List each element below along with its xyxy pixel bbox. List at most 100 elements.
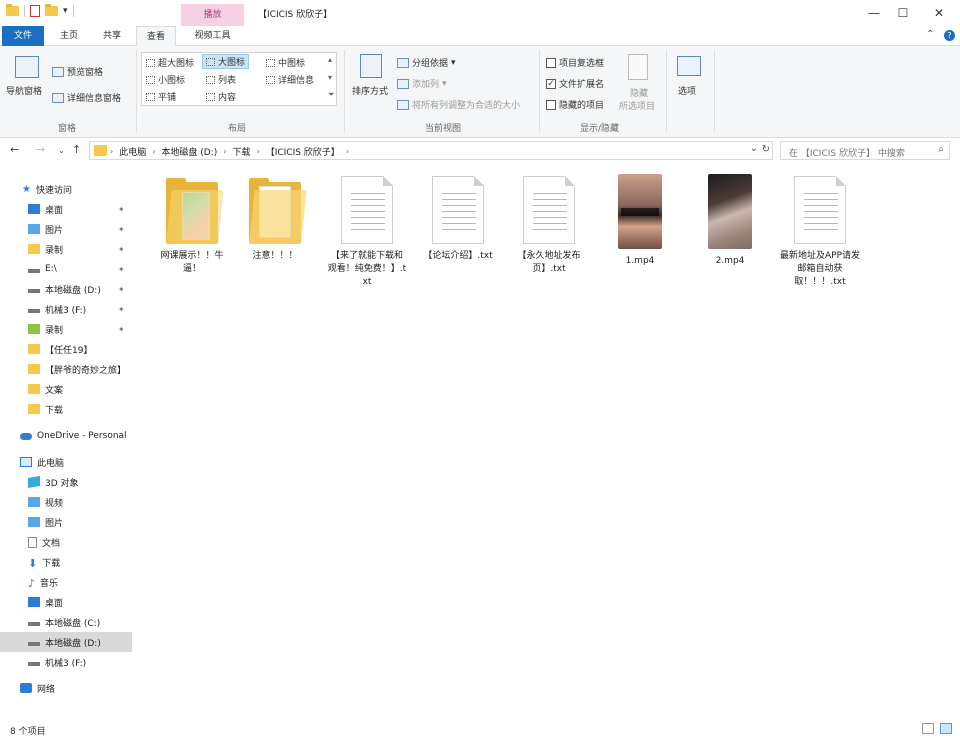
layout-tiles[interactable]: 平铺 bbox=[146, 90, 176, 103]
checkbox[interactable] bbox=[546, 99, 556, 110]
sort-by-icon[interactable] bbox=[360, 54, 382, 78]
file-item[interactable]: 【永久地址发布页】.txt bbox=[509, 176, 589, 276]
layout-details[interactable]: 详细信息 bbox=[266, 73, 314, 86]
group-by-button[interactable]: 分组依据 ▾ bbox=[397, 56, 456, 69]
nav-item-folder[interactable]: 下载 bbox=[0, 399, 132, 419]
navigation-pane-icon[interactable] bbox=[15, 56, 39, 78]
nav-item-drive-c[interactable]: 本地磁盘 (C:) bbox=[0, 612, 132, 632]
file-extensions-toggle[interactable]: ✓ 文件扩展名 bbox=[546, 77, 604, 90]
nav-this-pc[interactable]: 此电脑 bbox=[0, 452, 132, 472]
new-folder-icon[interactable] bbox=[45, 4, 58, 16]
nav-item-desktop[interactable]: 桌面 ✦ bbox=[0, 199, 132, 219]
layout-extra-large-icons[interactable]: 超大图标 bbox=[146, 56, 194, 69]
file-item[interactable]: 最新地址及APP请发邮箱自动获取！！！.txt bbox=[780, 176, 860, 289]
nav-item-drive-d[interactable]: 本地磁盘 (D:) ✦ bbox=[0, 279, 132, 299]
navigation-pane-button[interactable]: 导航窗格 bbox=[6, 84, 42, 97]
nav-item-folder[interactable]: 【任任19】 bbox=[0, 339, 132, 359]
nav-item-documents[interactable]: 文档 bbox=[0, 532, 132, 552]
recent-locations-icon[interactable]: ⌄ bbox=[58, 146, 65, 155]
gallery-scroll-up-icon[interactable]: ▴ bbox=[328, 55, 332, 64]
breadcrumb-item[interactable]: 本地磁盘 (D:) bbox=[161, 145, 217, 158]
nav-item-desktop-pc[interactable]: 桌面 bbox=[0, 592, 132, 612]
layout-medium-icons[interactable]: 中图标 bbox=[266, 56, 305, 69]
chevron-right-icon[interactable]: › bbox=[346, 147, 349, 156]
large-icons-view-icon[interactable] bbox=[940, 723, 952, 734]
layout-list[interactable]: 列表 bbox=[206, 73, 236, 86]
back-button[interactable]: ← bbox=[10, 143, 19, 156]
refresh-icon[interactable]: ↻ bbox=[762, 144, 770, 155]
layout-small-icons[interactable]: 小图标 bbox=[146, 73, 185, 86]
tab-video-tools[interactable]: 视频工具 bbox=[181, 26, 244, 46]
preview-pane-button[interactable]: 预览窗格 bbox=[52, 65, 103, 78]
tab-share[interactable]: 共享 bbox=[93, 26, 131, 46]
file-item[interactable]: 注意！！！ bbox=[235, 178, 315, 263]
checkbox[interactable] bbox=[546, 57, 556, 68]
gallery-more-icon[interactable]: ⏷ bbox=[328, 90, 334, 100]
properties-icon[interactable] bbox=[30, 5, 40, 17]
nav-item-music[interactable]: ♪ 音乐 bbox=[0, 572, 132, 592]
nav-item-folder[interactable]: 文案 bbox=[0, 379, 132, 399]
hidden-items-toggle[interactable]: 隐藏的项目 bbox=[546, 98, 604, 111]
tab-view[interactable]: 查看 bbox=[136, 26, 176, 47]
nav-onedrive[interactable]: OneDrive - Personal bbox=[0, 426, 132, 446]
nav-item-drive-f-pc[interactable]: 机械3 (F:) bbox=[0, 652, 132, 672]
pin-icon[interactable]: ✦ bbox=[118, 265, 125, 274]
search-icon[interactable]: ⌕ bbox=[938, 144, 944, 155]
nav-item-pictures[interactable]: 图片 ✦ bbox=[0, 219, 132, 239]
nav-item-recording-2[interactable]: 录制 ✦ bbox=[0, 319, 132, 339]
file-item[interactable]: 【来了就能下载和观看！纯免费！】.txt bbox=[327, 176, 407, 289]
nav-item-3d-objects[interactable]: 3D 对象 bbox=[0, 472, 132, 492]
help-icon[interactable]: ? bbox=[944, 30, 955, 41]
pin-icon[interactable]: ✦ bbox=[118, 245, 125, 254]
item-checkboxes-toggle[interactable]: 项目复选框 bbox=[546, 56, 604, 69]
up-button[interactable]: ↑ bbox=[72, 143, 81, 156]
folder-icon[interactable] bbox=[6, 4, 19, 16]
pin-icon[interactable]: ✦ bbox=[118, 205, 125, 214]
fit-columns-button[interactable]: 将所有列调整为合适的大小 bbox=[397, 98, 520, 111]
close-button[interactable]: ✕ bbox=[921, 3, 957, 23]
search-box[interactable]: 在 【ICICIS 欣欣子】 中搜索 ⌕ bbox=[780, 141, 950, 160]
breadcrumb-item[interactable]: 【ICICIS 欣欣子】 bbox=[266, 145, 340, 158]
nav-item-downloads[interactable]: ⬇ 下载 bbox=[0, 552, 132, 572]
chevron-right-icon[interactable]: › bbox=[223, 147, 226, 156]
forward-button[interactable]: → bbox=[36, 143, 45, 156]
add-columns-button[interactable]: 添加列 ▾ bbox=[397, 77, 447, 90]
layout-content[interactable]: 内容 bbox=[206, 90, 236, 103]
context-tab-play[interactable]: 播放 bbox=[181, 4, 244, 26]
nav-item-drive-e[interactable]: E:\ ✦ bbox=[0, 259, 132, 279]
address-bar[interactable]: › 此电脑 › 本地磁盘 (D:) › 下载 › 【ICICIS 欣欣子】 › … bbox=[89, 141, 773, 160]
layout-large-icons[interactable]: 大图标 bbox=[202, 54, 250, 69]
gallery-scroll-down-icon[interactable]: ▾ bbox=[328, 73, 332, 82]
customize-toolbar-icon[interactable]: ▾ bbox=[63, 6, 68, 16]
maximize-button[interactable]: ☐ bbox=[885, 3, 921, 23]
tab-home[interactable]: 主页 bbox=[50, 26, 88, 46]
nav-item-folder[interactable]: 【胖爷的奇妙之旅】 bbox=[0, 359, 132, 379]
file-item[interactable]: 1.mp4 bbox=[600, 174, 680, 268]
nav-network[interactable]: 网络 bbox=[0, 678, 132, 698]
breadcrumb-item[interactable]: 此电脑 bbox=[119, 145, 146, 158]
chevron-right-icon[interactable]: › bbox=[257, 147, 260, 156]
hide-selected-label[interactable]: 隐藏 bbox=[630, 86, 648, 99]
file-item[interactable]: 【论坛介绍】.txt bbox=[418, 176, 498, 263]
options-button[interactable]: 选项 bbox=[678, 84, 696, 97]
pin-icon[interactable]: ✦ bbox=[118, 325, 125, 334]
file-item[interactable]: 网课展示！！牛逼！ bbox=[152, 178, 232, 276]
hide-selected-icon[interactable] bbox=[628, 54, 648, 80]
details-view-icon[interactable] bbox=[922, 723, 934, 734]
tab-file[interactable]: 文件 bbox=[2, 26, 44, 46]
details-pane-button[interactable]: 详细信息窗格 bbox=[52, 91, 121, 104]
options-icon[interactable] bbox=[677, 56, 701, 76]
nav-item-drive-f[interactable]: 机械3 (F:) ✦ bbox=[0, 299, 132, 319]
file-item[interactable]: 2.mp4 bbox=[690, 174, 770, 268]
sort-by-button[interactable]: 排序方式 bbox=[352, 84, 388, 97]
chevron-right-icon[interactable]: › bbox=[152, 147, 155, 156]
pin-icon[interactable]: ✦ bbox=[118, 305, 125, 314]
nav-item-pictures-pc[interactable]: 图片 bbox=[0, 512, 132, 532]
pin-icon[interactable]: ✦ bbox=[118, 285, 125, 294]
nav-item-recording[interactable]: 录制 ✦ bbox=[0, 239, 132, 259]
nav-item-videos[interactable]: 视频 bbox=[0, 492, 132, 512]
pin-icon[interactable]: ✦ bbox=[118, 225, 125, 234]
nav-item-drive-d-selected[interactable]: 本地磁盘 (D:) bbox=[0, 632, 132, 652]
nav-quick-access[interactable]: ★ 快速访问 bbox=[0, 179, 132, 199]
address-dropdown-icon[interactable]: ⌄ bbox=[750, 143, 758, 154]
